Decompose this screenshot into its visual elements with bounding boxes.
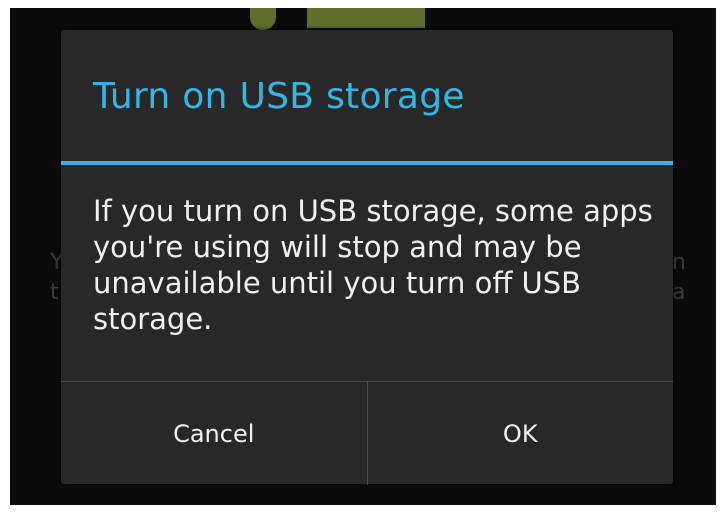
cancel-button[interactable]: Cancel xyxy=(61,382,367,485)
android-robot-icon xyxy=(250,8,276,30)
background-text-fragment-right: na xyxy=(672,250,686,305)
dialog-button-bar: Cancel OK xyxy=(61,381,673,485)
ok-button[interactable]: OK xyxy=(368,382,674,485)
usb-storage-dialog: Turn on USB storage If you turn on USB s… xyxy=(61,30,673,485)
dialog-title: Turn on USB storage xyxy=(93,76,465,117)
device-screen: Yt na Turn on USB storage If you turn on… xyxy=(10,8,716,505)
dialog-message: If you turn on USB storage, some apps yo… xyxy=(93,194,653,336)
title-divider xyxy=(61,161,673,165)
android-robot-body-icon xyxy=(307,8,425,28)
